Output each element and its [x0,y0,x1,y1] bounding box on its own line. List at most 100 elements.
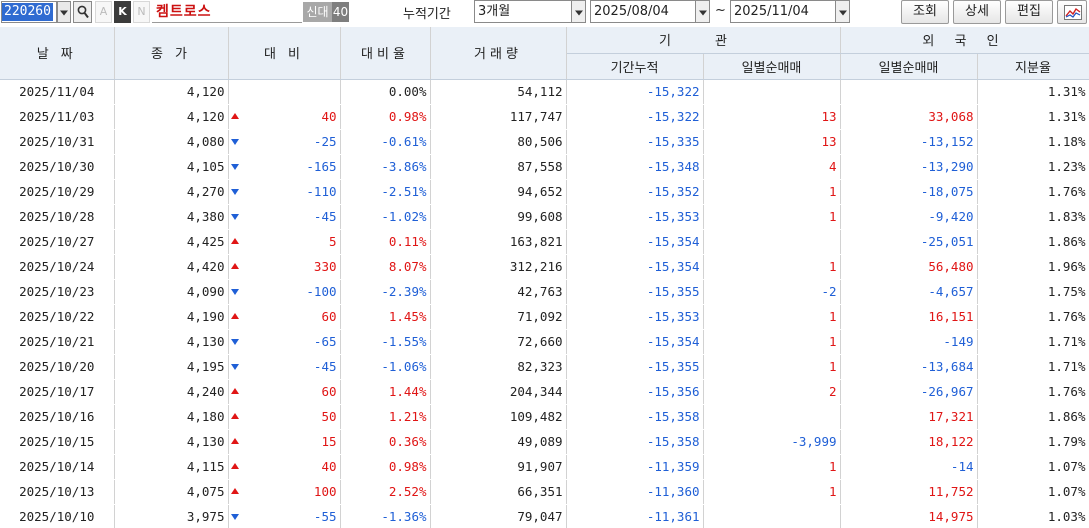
header-change-rate[interactable]: 대비율 [340,27,431,80]
cell-foreign-daily-value: -18,075 [920,184,974,199]
cell-inst-daily: 1 [703,179,841,205]
detail-button[interactable]: 상세 [953,0,1001,24]
table-row[interactable]: 2025/10/20 4,195 -45 -1.06% 82,323 -15,355 1 -1… [0,354,1089,380]
table-row[interactable]: 2025/10/14 4,115 40 0.98% 91,907 -11,359 1 -14 1… [0,454,1089,480]
mode-n-button[interactable]: N [133,1,150,23]
mode-a-button[interactable]: A [95,1,112,23]
cell-inst-daily-value: 1 [828,209,837,224]
header-foreign-ratio[interactable]: 지분율 [977,53,1089,80]
table-row[interactable]: 2025/10/24 4,420 330 8.07% 312,216 -15,354 1 56… [0,254,1089,280]
cell-volume: 80,506 [430,129,567,155]
cell-date: 2025/10/24 [0,254,115,280]
cell-inst-cumulative: -15,352 [566,179,704,205]
header-date[interactable]: 날 짜 [0,27,115,80]
cell-foreign-ratio: 1.76% [977,379,1089,405]
cell-foreign-ratio-value: 1.31% [1047,84,1086,99]
cell-inst-cumulative: -15,322 [566,104,704,130]
header-inst-daily[interactable]: 일별순매매 [703,53,841,80]
table-row[interactable]: 2025/10/10 3,975 -55 -1.36% 79,047 -11,361 14,… [0,504,1089,528]
cell-close: 4,420 [114,254,229,280]
cell-volume-value: 163,821 [509,234,563,249]
cell-inst-daily [703,404,841,430]
table-row[interactable]: 2025/10/17 4,240 60 1.44% 204,344 -15,356 2 -26… [0,379,1089,405]
cell-foreign-ratio: 1.03% [977,504,1089,528]
table-body: 2025/11/04 4,120 0.00% 54,112 -15,322 1.31% 20… [0,79,1089,528]
chevron-down-icon [574,10,583,15]
cell-volume-value: 49,089 [517,434,563,449]
cell-foreign-ratio-value: 1.31% [1047,109,1086,124]
cell-inst-daily: 13 [703,129,841,155]
cell-change: -165 [228,154,341,180]
period-label: 누적기간 [403,7,451,22]
cell-inst-daily: 1 [703,304,841,330]
table-row[interactable]: 2025/11/03 4,120 40 0.98% 117,747 -15,322 13 33… [0,104,1089,130]
header-inst-cumulative[interactable]: 기간누적 [566,53,704,80]
cell-change-value: -55 [313,509,337,524]
cell-close-value: 4,270 [186,184,225,199]
cell-change-rate: 1.44% [340,379,431,405]
table-row[interactable]: 2025/10/29 4,270 -110 -2.51% 94,652 -15,352 1 -… [0,179,1089,205]
cell-change-rate-value: 0.00% [388,84,427,99]
start-date-picker[interactable]: 2025/08/04 [590,0,710,23]
cell-foreign-daily-value: -26,967 [920,384,974,399]
cell-change-value: -100 [306,284,337,299]
cell-close: 4,130 [114,429,229,455]
cell-inst-cumulative: -11,361 [566,504,704,528]
cell-change: 60 [228,379,341,405]
cell-inst-cumulative-value: -15,352 [646,184,700,199]
table-row[interactable]: 2025/10/22 4,190 60 1.45% 71,092 -15,353 1 16,1… [0,304,1089,330]
table-row[interactable]: 2025/10/21 4,130 -65 -1.55% 72,660 -15,354 1 -1… [0,329,1089,355]
start-date-arrow[interactable] [695,1,709,22]
header-volume[interactable]: 거래량 [430,27,567,80]
edit-button[interactable]: 편집 [1005,0,1053,24]
period-select[interactable]: 3개월 [474,0,586,23]
table-row[interactable]: 2025/10/28 4,380 -45 -1.02% 99,608 -15,353 1 -9… [0,204,1089,230]
query-button[interactable]: 조회 [901,0,949,24]
cell-volume: 117,747 [430,104,567,130]
cell-foreign-daily-value: 33,068 [928,109,974,124]
table-row[interactable]: 2025/10/30 4,105 -165 -3.86% 87,558 -15,348 4 -… [0,154,1089,180]
table-row[interactable]: 2025/10/16 4,180 50 1.21% 109,482 -15,358 17,3… [0,404,1089,430]
cell-date: 2025/11/03 [0,104,115,130]
cell-change-rate-value: 0.98% [388,459,427,474]
cell-inst-daily-value: 1 [828,309,837,324]
table-row[interactable]: 2025/10/13 4,075 100 2.52% 66,351 -11,360 1 11,… [0,479,1089,505]
stock-code-dropdown-button[interactable] [57,1,71,23]
cell-change-value: 40 [321,459,337,474]
chart-button[interactable] [1057,0,1087,24]
header-change[interactable]: 대 비 [228,27,341,80]
cell-foreign-daily: -14 [840,454,978,480]
stock-code-input[interactable]: 220260 [1,1,57,23]
chevron-down-icon [60,10,68,16]
cell-inst-daily: 1 [703,454,841,480]
cell-close-value: 4,115 [186,459,225,474]
cell-volume-value: 71,092 [517,309,563,324]
table-row[interactable]: 2025/10/27 4,425 5 0.11% 163,821 -15,354 -25,0… [0,229,1089,255]
cell-change-rate-value: -1.55% [381,334,427,349]
table-row[interactable]: 2025/10/15 4,130 15 0.36% 49,089 -15,358 -3,99… [0,429,1089,455]
cell-close-value: 4,180 [186,409,225,424]
cell-volume-value: 80,506 [517,134,563,149]
period-select-arrow[interactable] [571,1,585,22]
cell-close: 4,425 [114,229,229,255]
search-button[interactable] [73,1,92,23]
cell-inst-cumulative: -15,354 [566,229,704,255]
table-row[interactable]: 2025/11/04 4,120 0.00% 54,112 -15,322 1.31% [0,79,1089,105]
cell-foreign-ratio: 1.18% [977,129,1089,155]
end-date-picker[interactable]: 2025/11/04 [730,0,850,23]
cell-inst-daily: 1 [703,329,841,355]
header-foreign-daily[interactable]: 일별순매매 [840,53,978,80]
cell-close: 4,190 [114,304,229,330]
table-row[interactable]: 2025/10/23 4,090 -100 -2.39% 42,763 -15,355 -2… [0,279,1089,305]
table-row[interactable]: 2025/10/31 4,080 -25 -0.61% 80,506 -15,335 13 -… [0,129,1089,155]
cell-volume-value: 204,344 [509,384,563,399]
cell-inst-cumulative: -15,354 [566,329,704,355]
cell-inst-daily-value: 1 [828,184,837,199]
cell-foreign-daily: 56,480 [840,254,978,280]
cell-close: 4,380 [114,204,229,230]
cell-inst-daily: -3,999 [703,429,841,455]
cell-volume: 99,608 [430,204,567,230]
end-date-arrow[interactable] [835,1,849,22]
header-close[interactable]: 종 가 [114,27,229,80]
mode-k-button[interactable]: K [114,1,131,23]
